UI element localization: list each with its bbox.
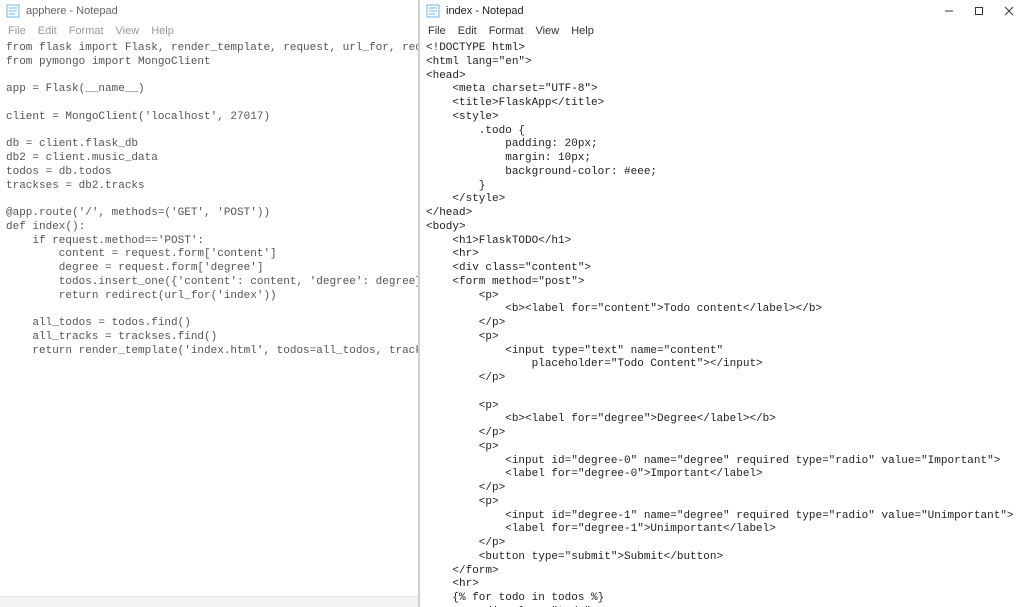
minimize-icon xyxy=(944,6,954,16)
code-text-left[interactable]: from flask import Flask, render_template… xyxy=(6,42,412,358)
close-icon xyxy=(1004,6,1014,16)
maximize-button[interactable] xyxy=(964,0,994,22)
menubar-right: File Edit Format View Help xyxy=(420,22,1024,40)
window-controls xyxy=(934,0,1024,22)
notepad-icon xyxy=(6,4,20,18)
window-title-left: apphere - Notepad xyxy=(26,5,118,17)
notepad-window-left[interactable]: apphere - Notepad File Edit Format View … xyxy=(0,0,419,607)
minimize-button[interactable] xyxy=(934,0,964,22)
code-text-right[interactable]: <!DOCTYPE html> <html lang="en"> <head> … xyxy=(426,42,1018,607)
menu-edit[interactable]: Edit xyxy=(458,25,477,37)
menu-format[interactable]: Format xyxy=(489,25,524,37)
menu-view[interactable]: View xyxy=(116,25,140,37)
editor-area-left[interactable]: from flask import Flask, render_template… xyxy=(0,40,418,607)
menu-view[interactable]: View xyxy=(536,25,560,37)
menu-format[interactable]: Format xyxy=(69,25,104,37)
menu-help[interactable]: Help xyxy=(571,25,594,37)
titlebar-right[interactable]: index - Notepad xyxy=(420,0,1024,22)
editor-area-right[interactable]: <!DOCTYPE html> <html lang="en"> <head> … xyxy=(420,40,1024,607)
close-button[interactable] xyxy=(994,0,1024,22)
maximize-icon xyxy=(974,6,984,16)
window-title-right: index - Notepad xyxy=(446,5,524,17)
menubar-left: File Edit Format View Help xyxy=(0,22,418,40)
menu-file[interactable]: File xyxy=(428,25,446,37)
titlebar-left[interactable]: apphere - Notepad xyxy=(0,0,418,22)
desktop: apphere - Notepad File Edit Format View … xyxy=(0,0,1024,607)
notepad-icon xyxy=(426,4,440,18)
menu-edit[interactable]: Edit xyxy=(38,25,57,37)
menu-help[interactable]: Help xyxy=(151,25,174,37)
notepad-window-right[interactable]: index - Notepad File Edit Format View He… xyxy=(419,0,1024,607)
menu-file[interactable]: File xyxy=(8,25,26,37)
